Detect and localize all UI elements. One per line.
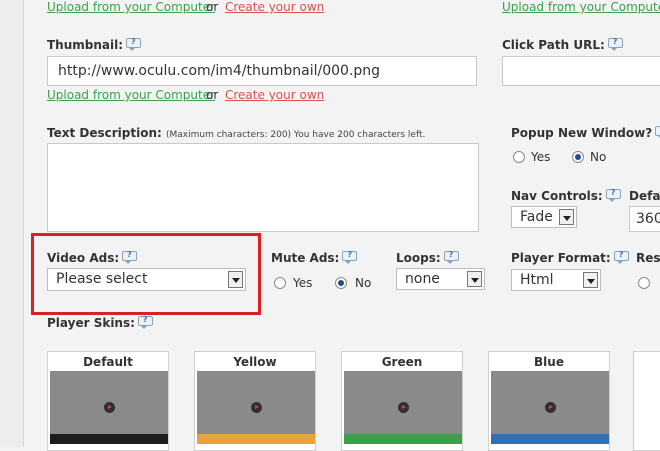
- click-path-url-input[interactable]: [502, 56, 660, 86]
- mute-ads-no-radio[interactable]: [335, 277, 347, 289]
- upload-from-computer-link[interactable]: Upload from your Computer: [47, 88, 215, 102]
- player-format-select[interactable]: Html: [511, 269, 601, 291]
- help-icon[interactable]: [607, 37, 623, 51]
- thumbnail-label: Thumbnail:: [47, 37, 142, 52]
- help-icon[interactable]: [126, 37, 142, 51]
- responsive-radio-partial[interactable]: [638, 277, 650, 289]
- popup-new-window-label: Popup New Window?: [511, 126, 660, 140]
- player-skins-label: Player Skins:: [47, 315, 153, 330]
- create-your-own-link-top[interactable]: Create your own: [225, 0, 324, 14]
- mute-ads-yes-label: Yes: [293, 276, 313, 290]
- skin-card-blue[interactable]: Blue: [488, 351, 610, 451]
- text-description-label: Text Description: (Maximum characters: 2…: [47, 126, 425, 140]
- skin-preview: [491, 371, 609, 443]
- skin-card-default[interactable]: Default: [47, 351, 169, 451]
- text-description-label-text: Text Description:: [47, 126, 162, 140]
- left-rail: [0, 0, 24, 447]
- upload-from-computer-link-top[interactable]: Upload from your Computer: [47, 0, 215, 14]
- chevron-down-icon: [467, 271, 482, 287]
- skin-title: Default: [83, 355, 133, 369]
- skin-preview: [197, 371, 315, 443]
- skin-title: Green: [381, 355, 423, 369]
- help-icon[interactable]: [613, 250, 629, 264]
- skin-card-partial[interactable]: [633, 351, 660, 451]
- skin-card-yellow[interactable]: Yellow: [194, 351, 316, 451]
- player-format-label: Player Format:: [511, 250, 629, 265]
- mute-ads-no-label: No: [355, 276, 372, 290]
- skin-preview: [344, 371, 462, 443]
- create-your-own-link[interactable]: Create your own: [225, 88, 324, 102]
- play-icon: [398, 402, 409, 413]
- nav-controls-select[interactable]: Fade: [511, 206, 577, 228]
- player-skins-label-text: Player Skins:: [47, 316, 135, 330]
- skin-title: Blue: [534, 355, 564, 369]
- skin-control-bar: [50, 434, 168, 444]
- help-icon[interactable]: [443, 250, 459, 264]
- loops-label-text: Loops:: [396, 251, 441, 265]
- popup-no-radio[interactable]: [572, 151, 584, 163]
- responsive-label-partial: Resp: [636, 251, 660, 265]
- text-description-textarea[interactable]: [47, 143, 479, 232]
- skin-title: Yellow: [233, 355, 277, 369]
- default-input-partial[interactable]: 360: [629, 206, 660, 232]
- or-text-top: or: [206, 0, 219, 14]
- help-icon[interactable]: [655, 126, 660, 139]
- help-icon[interactable]: [342, 250, 358, 264]
- chevron-down-icon: [583, 272, 598, 288]
- skin-control-bar: [197, 434, 315, 444]
- skin-preview: [50, 371, 168, 443]
- nav-controls-value: Fade: [520, 209, 553, 225]
- mute-ads-label-text: Mute Ads:: [271, 251, 340, 265]
- click-path-url-label-text: Click Path URL:: [502, 38, 605, 52]
- loops-label: Loops:: [396, 250, 459, 265]
- loops-select[interactable]: none: [396, 268, 485, 290]
- upload-from-computer-link-right[interactable]: Upload from your Computer: [502, 0, 660, 14]
- skin-card-green[interactable]: Green: [341, 351, 463, 451]
- text-description-char-note: (Maximum characters: 200) You have 200 c…: [165, 130, 426, 140]
- play-icon: [104, 402, 115, 413]
- mute-ads-label: Mute Ads:: [271, 250, 358, 265]
- thumbnail-label-text: Thumbnail:: [47, 38, 124, 52]
- nav-controls-label-text: Nav Controls:: [511, 189, 603, 203]
- player-format-label-text: Player Format:: [511, 251, 611, 265]
- popup-no-label: No: [590, 150, 607, 164]
- mute-ads-yes-radio[interactable]: [274, 277, 286, 289]
- skin-control-bar: [344, 434, 462, 444]
- help-icon[interactable]: [605, 188, 621, 202]
- nav-controls-label: Nav Controls:: [511, 188, 621, 203]
- help-icon[interactable]: [137, 315, 153, 329]
- popup-new-window-label-text: Popup New Window?: [511, 126, 653, 140]
- play-icon: [545, 402, 556, 413]
- default-label-partial: Defau: [629, 189, 660, 203]
- thumbnail-url-input[interactable]: http://www.oculu.com/im4/thumbnail/000.p…: [47, 56, 477, 86]
- or-text: or: [206, 88, 219, 102]
- player-format-value: Html: [520, 272, 554, 288]
- loops-value: none: [405, 271, 440, 287]
- popup-yes-label: Yes: [531, 150, 551, 164]
- play-icon: [251, 402, 262, 413]
- highlight-box: [31, 233, 261, 315]
- skin-control-bar: [491, 434, 609, 444]
- click-path-url-label: Click Path URL:: [502, 37, 623, 52]
- popup-yes-radio[interactable]: [513, 151, 525, 163]
- chevron-down-icon: [559, 209, 574, 225]
